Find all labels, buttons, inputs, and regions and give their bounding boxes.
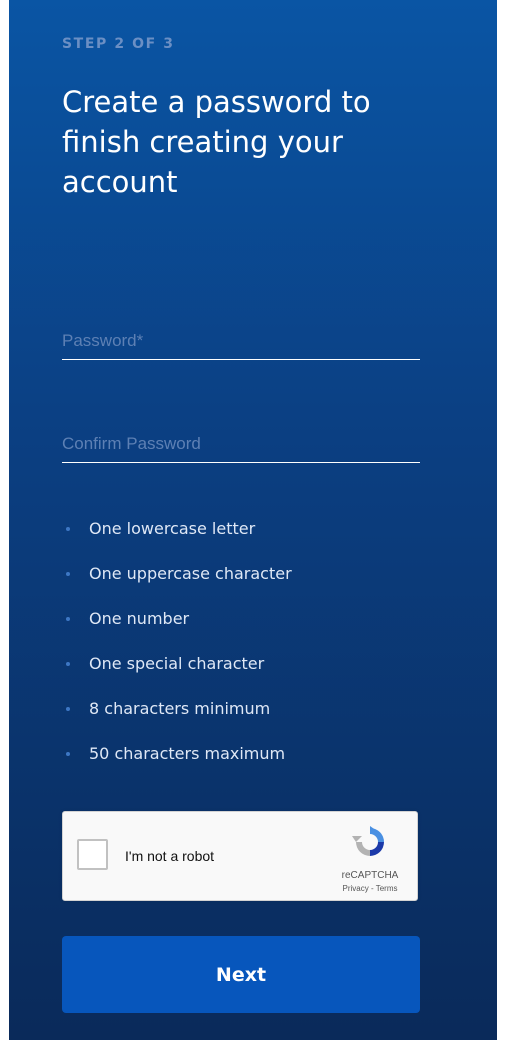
bullet-icon (66, 526, 70, 531)
step-indicator: STEP 2 OF 3 (62, 36, 175, 52)
requirement-item: One uppercase character (66, 551, 292, 596)
password-requirements: One lowercase letter One uppercase chara… (66, 506, 292, 776)
requirement-item: 8 characters minimum (66, 686, 292, 731)
bullet-icon (66, 751, 70, 756)
page-title: Create a password to finish creating you… (62, 85, 371, 199)
requirement-text: One uppercase character (89, 564, 292, 583)
requirement-item: One lowercase letter (66, 506, 292, 551)
bullet-icon (66, 616, 70, 621)
links-separator: - (368, 884, 376, 893)
next-button[interactable]: Next (62, 936, 420, 1013)
requirement-text: One lowercase letter (89, 519, 256, 538)
requirement-item: One number (66, 596, 292, 641)
recaptcha-logo-icon (352, 826, 384, 856)
bullet-icon (66, 571, 70, 576)
bullet-icon (66, 706, 70, 711)
recaptcha-brand: reCAPTCHA (341, 870, 399, 881)
requirement-text: One special character (89, 654, 265, 673)
bullet-icon (66, 661, 70, 666)
recaptcha-label: I'm not a robot (125, 848, 215, 864)
signup-panel: STEP 2 OF 3 Create a password to finish … (9, 0, 497, 1040)
recaptcha-links: Privacy - Terms (330, 884, 410, 893)
password-field (62, 323, 420, 360)
privacy-link[interactable]: Privacy (343, 884, 369, 893)
confirm-password-field (62, 426, 420, 463)
requirement-item: One special character (66, 641, 292, 686)
recaptcha-widget: I'm not a robot reCAPTCHA Privacy - Term… (62, 811, 418, 901)
requirement-text: One number (89, 609, 190, 628)
confirm-password-input[interactable] (62, 426, 420, 462)
terms-link[interactable]: Terms (376, 884, 398, 893)
requirement-item: 50 characters maximum (66, 731, 292, 776)
requirement-text: 50 characters maximum (89, 744, 286, 763)
password-input[interactable] (62, 323, 420, 359)
recaptcha-checkbox[interactable] (77, 839, 108, 870)
requirement-text: 8 characters minimum (89, 699, 271, 718)
